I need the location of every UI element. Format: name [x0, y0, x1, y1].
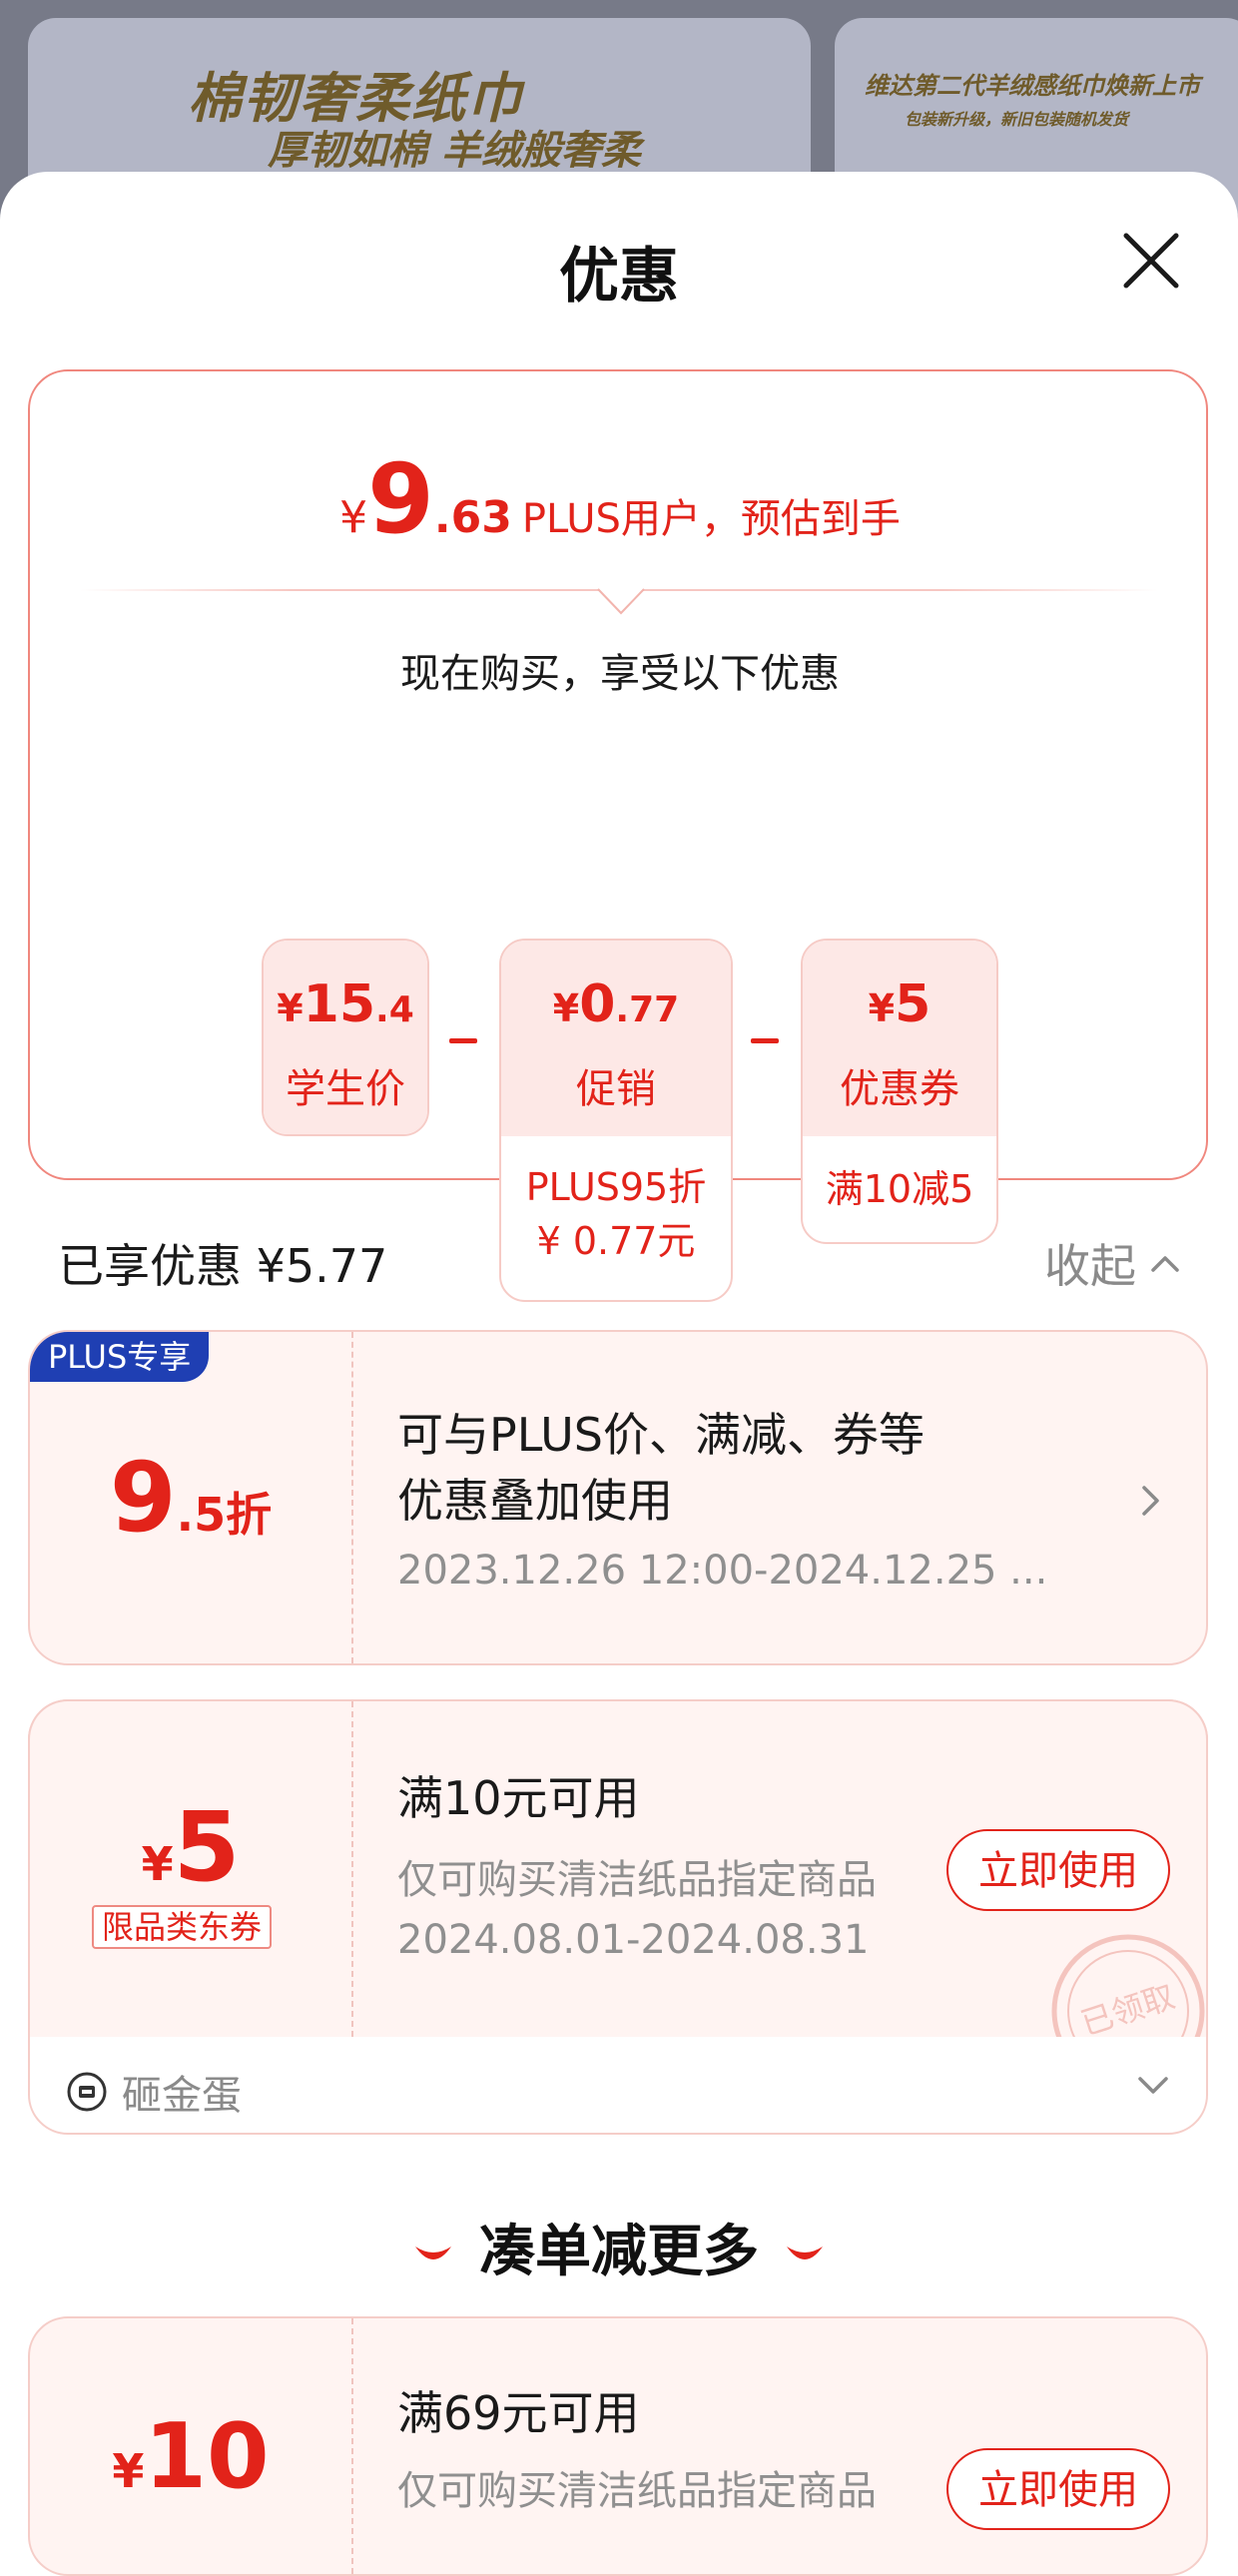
sheet-title: 优惠	[559, 242, 679, 312]
purchase-hint: 现在购买，享受以下优惠	[400, 651, 840, 697]
golden-egg-icon	[67, 2072, 107, 2112]
golden-egg-row: 砸金蛋	[66, 2063, 242, 2121]
coupon-card[interactable]: ¥5 限品类东券 满10元可用 仅可购买清洁纸品指定商品 2024.08.01-…	[28, 1699, 1208, 2037]
close-icon[interactable]	[1120, 230, 1182, 292]
minus-sign	[449, 1038, 477, 1043]
use-now-button[interactable]: 立即使用	[946, 2448, 1170, 2530]
chip-amount: ¥15.4	[264, 974, 427, 1034]
smile-left-icon	[415, 2246, 451, 2259]
coupon-title: 满10元可用	[397, 1771, 640, 1825]
coupon-title: 优惠叠加使用	[397, 1474, 673, 1528]
chip-currency: ¥	[552, 986, 580, 1030]
discount-chip-student: ¥15.4 学生价	[262, 939, 429, 1136]
rate-integer: 9	[109, 1442, 177, 1554]
chevron-right-icon	[1142, 1486, 1159, 1516]
price-decimal: .63	[433, 492, 512, 543]
chip-label: 优惠券	[840, 1066, 959, 1112]
smile-right-icon	[787, 2246, 823, 2259]
plus-badge: PLUS专享	[30, 1332, 210, 1382]
coupon-category-tag: 限品类东券	[92, 1905, 273, 1949]
coupon-scope: 仅可购买清洁纸品指定商品	[397, 2468, 877, 2514]
rate-decimal: .5折	[176, 1488, 273, 1542]
golden-egg-label: 砸金蛋	[122, 2073, 242, 2119]
coupon-validity: 2024.08.01-2024.08.31	[397, 1917, 870, 1963]
coupon-divider	[351, 1332, 353, 1663]
claimed-stamp-icon: 已领取	[1051, 1934, 1205, 2037]
chip-amount: ¥0.77	[501, 974, 731, 1034]
price-label: PLUS用户，预估到手	[521, 496, 901, 542]
coupon-amount: ¥10	[30, 2404, 351, 2509]
chip-detail: PLUS95折	[525, 1165, 707, 1209]
chip-label: 促销	[576, 1066, 656, 1112]
chip-decimal: .77	[615, 989, 680, 1030]
chip-decimal: .4	[375, 989, 414, 1030]
banner-headline: 维达第二代羊绒感纸巾焕新上市	[865, 72, 1200, 100]
coupon-card[interactable]: ¥10 满69元可用 仅可购买清洁纸品指定商品 立即使用	[28, 2316, 1208, 2576]
chip-integer: 0	[579, 974, 616, 1034]
coupon-amount: ¥5	[30, 1791, 351, 1903]
use-now-button[interactable]: 立即使用	[946, 1829, 1170, 1911]
discount-chip-coupon: ¥5 优惠券 满10减5	[801, 939, 998, 1244]
minus-sign	[751, 1038, 779, 1043]
coupon-title: 可与PLUS价、满减、券等	[397, 1408, 925, 1462]
more-discount-heading: 凑单减更多	[0, 2207, 1238, 2287]
enjoyed-discount-total: 已享优惠 ¥5.77	[58, 1239, 388, 1293]
collapse-label: 收起	[1044, 1239, 1136, 1293]
coupon-currency: ¥	[112, 2444, 145, 2498]
price-integer: 9	[367, 443, 434, 555]
chip-detail: ¥ 0.77元	[536, 1219, 696, 1263]
collapse-toggle[interactable]: 收起	[1044, 1230, 1180, 1296]
chip-detail: 满10减5	[825, 1167, 974, 1211]
chip-currency: ¥	[868, 986, 896, 1030]
coupon-validity: 2023.12.26 12:00-2024.12.25 ...	[397, 1548, 1048, 1594]
coupon-value: 10	[144, 2404, 270, 2509]
estimated-price: ¥9.63 PLUS用户，预估到手	[30, 443, 1210, 555]
chip-amount: ¥5	[803, 974, 996, 1034]
chip-currency: ¥	[277, 986, 304, 1030]
banner-subline: 包装新升级，新旧包装随机发货	[905, 110, 1129, 129]
chevron-up-icon	[1151, 1256, 1179, 1272]
coupon-value: 5	[173, 1791, 241, 1903]
divider-notch-icon	[597, 588, 645, 615]
chevron-down-icon[interactable]	[1136, 2075, 1170, 2097]
plus-discount-card[interactable]: PLUS专享 9.5折 可与PLUS价、满减、券等 优惠叠加使用 2023.12…	[28, 1330, 1208, 1665]
banner-subline: 厚韧如棉 羊绒般奢柔	[268, 128, 641, 174]
coupon-currency: ¥	[141, 1837, 174, 1891]
more-title-text: 凑单减更多	[479, 2220, 759, 2284]
discount-rate: 9.5折	[30, 1442, 351, 1554]
discount-chip-promotion: ¥0.77 促销 PLUS95折 ¥ 0.77元	[499, 939, 733, 1302]
chip-label: 学生价	[286, 1066, 405, 1112]
currency-symbol: ¥	[339, 492, 368, 543]
coupon-title: 满69元可用	[397, 2386, 640, 2440]
chip-integer: 15	[303, 974, 376, 1034]
stamp-text: 已领取	[1076, 1977, 1179, 2037]
coupon-divider	[351, 1701, 353, 2037]
price-summary-card: ¥9.63 PLUS用户，预估到手 现在购买，享受以下优惠 ¥15.4 学生价 ¥…	[28, 369, 1210, 1302]
chip-integer: 5	[895, 974, 931, 1034]
coupon-divider	[351, 2318, 353, 2574]
coupon-scope: 仅可购买清洁纸品指定商品	[397, 1857, 877, 1903]
